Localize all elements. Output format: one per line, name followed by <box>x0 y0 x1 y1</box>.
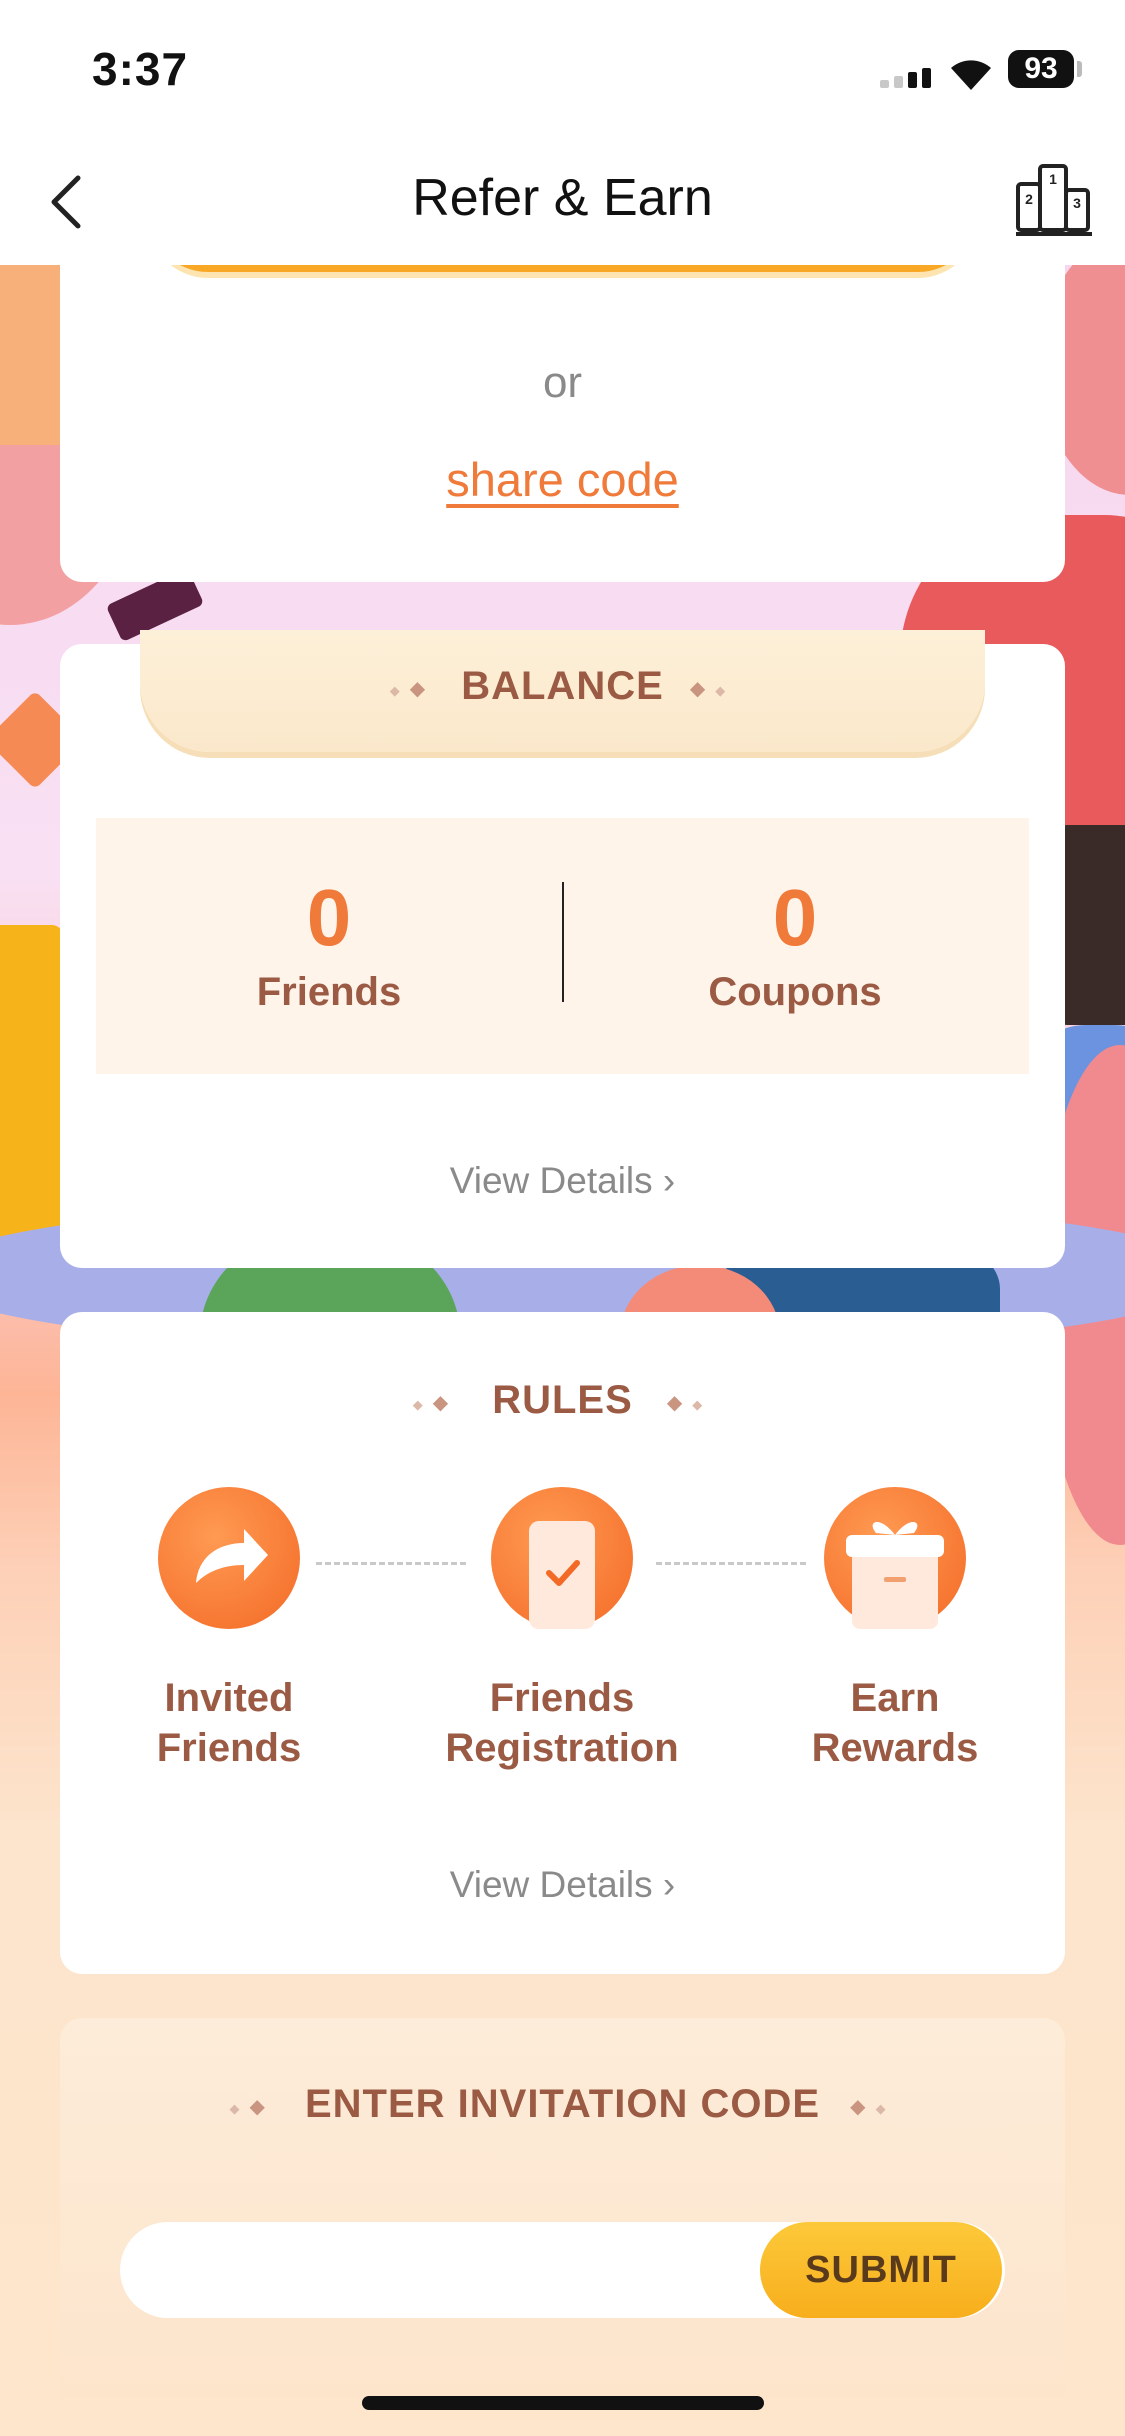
gift-icon <box>824 1487 966 1629</box>
svg-text:1: 1 <box>1049 171 1057 187</box>
status-time: 3:37 <box>92 43 189 95</box>
balance-card: ◆◆ BALANCE ◆◆ 0 Friends 0 Coupons View D… <box>60 630 1065 1268</box>
step-earn-rewards: Earn Rewards <box>745 1487 1045 1773</box>
decorative-diamonds-icon: ◆◆ <box>412 1391 459 1414</box>
balance-view-details-link[interactable]: View Details › <box>60 1160 1065 1202</box>
decorative-diamonds-icon: ◆◆ <box>850 2095 896 2118</box>
step-invited-friends: Invited Friends <box>79 1487 379 1773</box>
cellular-signal-icon <box>880 68 931 88</box>
step-label: Friends Registration <box>445 1676 679 1770</box>
wifi-icon <box>951 60 991 90</box>
balance-summary: 0 Friends 0 Coupons <box>96 818 1029 1074</box>
svg-text:3: 3 <box>1073 195 1081 211</box>
decorative-diamonds-icon: ◆◆ <box>666 1391 713 1414</box>
navigation-bar: Refer & Earn 1 2 3 <box>0 140 1125 265</box>
friends-balance: 0 Friends <box>96 818 562 1074</box>
invite-heading: ENTER INVITATION CODE <box>304 2082 821 2126</box>
submit-button[interactable]: SUBMIT <box>760 2222 1002 2318</box>
rules-steps: Invited Friends Friends Registration Ear… <box>60 1487 1065 1792</box>
coupons-count: 0 <box>772 873 818 962</box>
coupons-balance: 0 Coupons <box>562 818 1028 1074</box>
invitation-code-card: ◆◆ ENTER INVITATION CODE ◆◆ SUBMIT <box>60 2018 1065 2398</box>
rules-heading-row: ◆◆ RULES ◆◆ <box>60 1378 1065 1423</box>
decorative-diamonds-icon: ◆◆ <box>229 2095 275 2118</box>
step-label: Earn Rewards <box>811 1676 979 1770</box>
battery-indicator: 93 <box>1008 50 1074 88</box>
friends-label: Friends <box>256 970 402 1014</box>
home-indicator <box>362 2396 764 2410</box>
rules-view-details-link[interactable]: View Details › <box>60 1864 1065 1906</box>
share-arrow-icon <box>158 1487 300 1629</box>
leaderboard-icon[interactable]: 1 2 3 <box>1014 160 1094 240</box>
page-title: Refer & Earn <box>412 169 713 227</box>
share-code-link[interactable]: share code <box>60 452 1065 507</box>
decorative-diamonds-icon: ◆◆ <box>389 677 436 700</box>
friends-count: 0 <box>306 873 352 962</box>
rules-heading: RULES <box>492 1378 633 1422</box>
svg-text:2: 2 <box>1025 191 1033 207</box>
balance-heading-row: ◆◆ BALANCE ◆◆ <box>60 664 1065 709</box>
coupons-label: Coupons <box>708 970 882 1014</box>
rules-card: ◆◆ RULES ◆◆ Invited Friends Friends Regi… <box>60 1312 1065 1974</box>
share-card: or share code <box>60 230 1065 582</box>
invite-heading-row: ◆◆ ENTER INVITATION CODE ◆◆ <box>60 2082 1065 2127</box>
step-friends-registration: Friends Registration <box>412 1487 712 1773</box>
status-bar: 3:37 93 <box>0 0 1125 140</box>
phone-check-icon <box>491 1487 633 1629</box>
decorative-diamonds-icon: ◆◆ <box>689 677 736 700</box>
step-label: Invited Friends <box>156 1676 302 1770</box>
or-separator: or <box>542 358 583 407</box>
battery-tip <box>1077 61 1082 77</box>
balance-heading: BALANCE <box>461 664 664 708</box>
